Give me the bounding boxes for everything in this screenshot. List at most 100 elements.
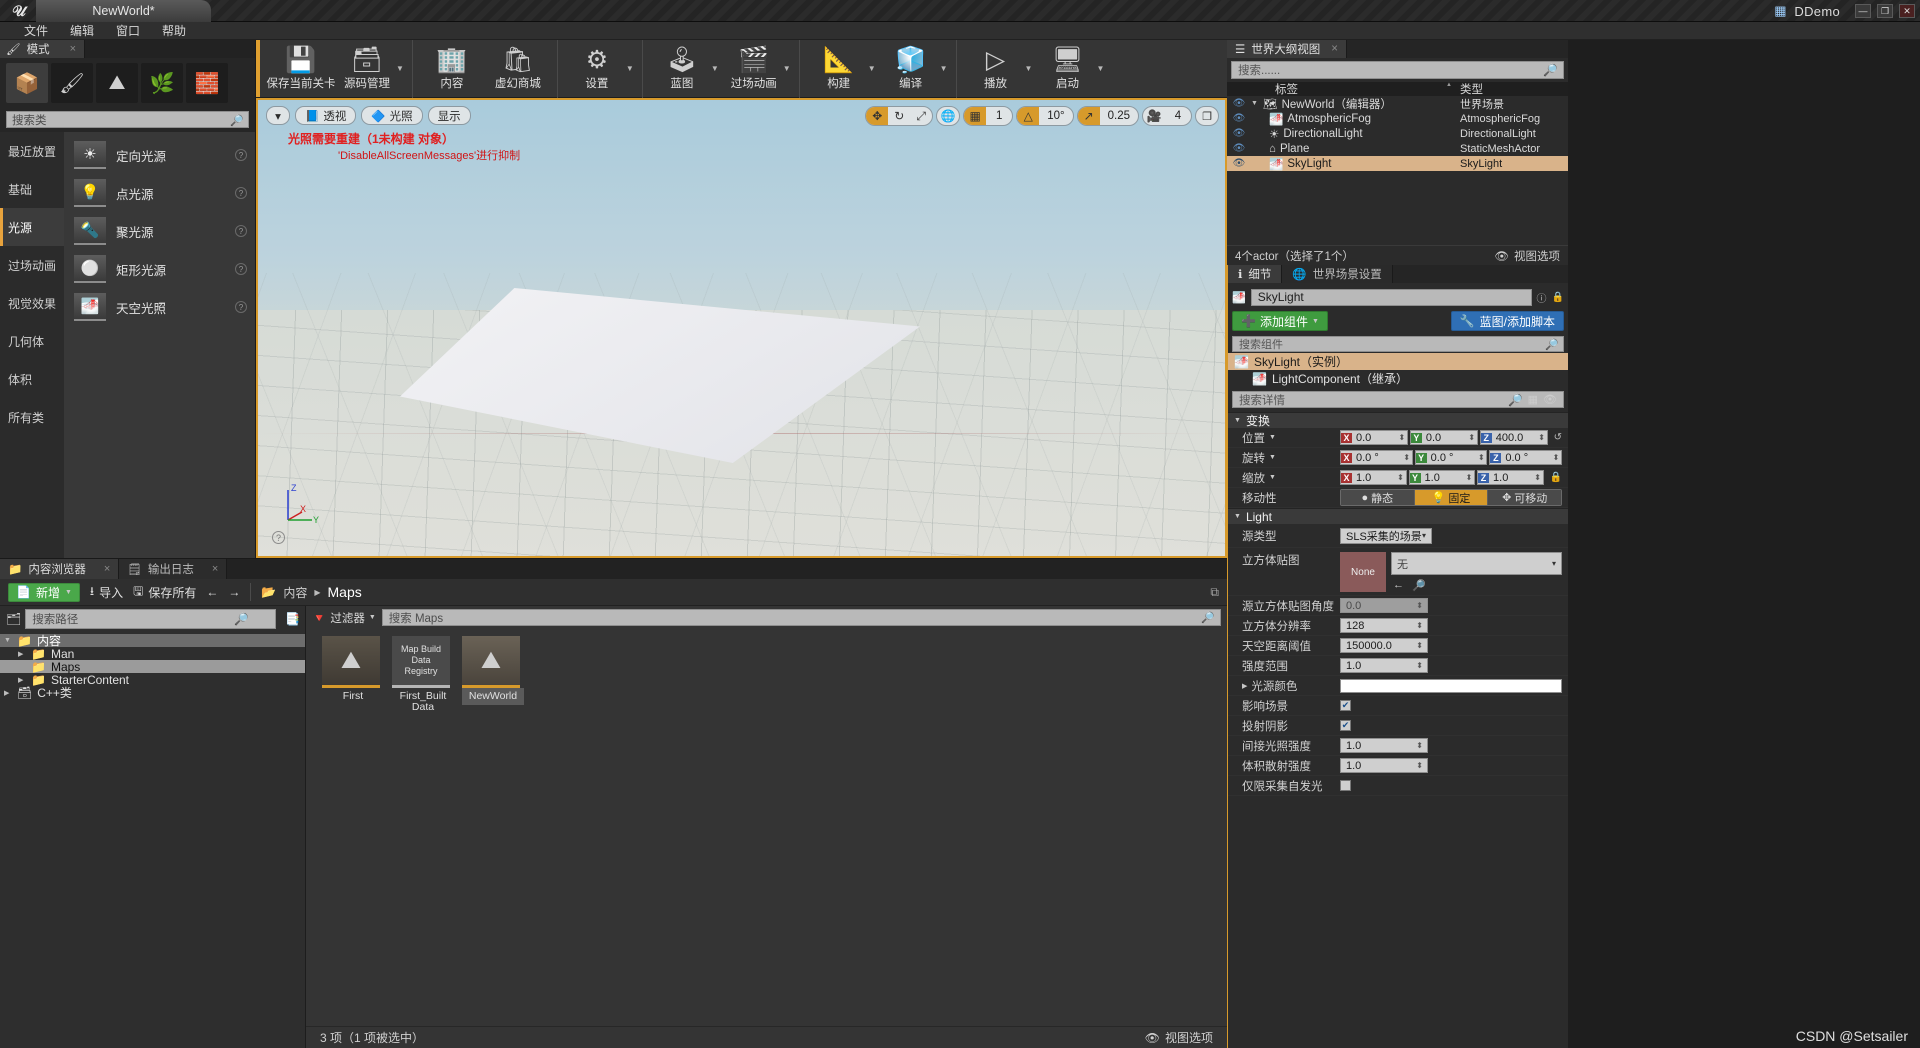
tree-collapse-icon[interactable]: 🗂 — [6, 612, 21, 626]
chevron-down-icon[interactable]: ▼ — [783, 50, 791, 73]
chevron-down-icon[interactable]: ▼ — [711, 50, 719, 73]
tree-node-man[interactable]: ▶ 📁 Man — [0, 647, 305, 661]
grid-snap-value[interactable]: 1 — [986, 107, 1012, 125]
viewport-help-icon[interactable]: ? — [272, 531, 285, 544]
spinner-icon[interactable]: ⬍ — [1396, 473, 1406, 482]
eye-icon[interactable]: 👁 — [1227, 143, 1251, 154]
viewport-show-button[interactable]: 显示 — [427, 106, 471, 125]
toolbar-content[interactable]: 🏢 内容 — [419, 47, 485, 91]
outliner-row-plane[interactable]: 👁 ⌂ Plane StaticMeshActor — [1227, 141, 1568, 156]
category-lights[interactable]: 光源 — [0, 208, 64, 246]
intensity-range-input[interactable]: 1.0 ⬍ — [1340, 658, 1428, 673]
source-cubemap-angle-input[interactable]: 0.0 ⬍ — [1340, 598, 1428, 613]
help-icon[interactable]: ? — [235, 225, 247, 237]
toolbar-build[interactable]: 📐 构建 — [806, 47, 872, 91]
chevron-right-icon[interactable]: ▶ — [18, 676, 26, 684]
translate-gizmo-button[interactable]: ✥ — [866, 107, 889, 125]
location-z-field[interactable]: Z 400.0 ⬍ — [1479, 430, 1548, 445]
toolbar-play[interactable]: ▷ 播放 — [963, 47, 1029, 91]
tab-content-browser[interactable]: 📁 内容浏览器 × — [0, 559, 120, 579]
rotation-y-field[interactable]: Y 0.0 ° ⬍ — [1414, 450, 1488, 465]
modes-tab-close-icon[interactable]: × — [70, 43, 76, 55]
tab-world-outliner[interactable]: ☰ 世界大纲视图 × — [1227, 40, 1347, 58]
location-y-field[interactable]: Y 0.0 ⬍ — [1409, 430, 1478, 445]
cubemap-thumbnail[interactable]: None — [1340, 552, 1386, 592]
camera-icon[interactable]: 🎥 — [1143, 107, 1165, 125]
close-icon[interactable]: × — [1331, 43, 1338, 55]
indirect-lighting-intensity-input[interactable]: 1.0 ⬍ — [1340, 738, 1428, 753]
spinner-icon[interactable]: ⬍ — [1416, 761, 1423, 770]
asset-search-input[interactable]: 搜索 Maps 🔎 — [381, 609, 1221, 626]
filters-button[interactable]: 🔻 过滤器 ▼ — [312, 610, 376, 626]
toolbar-blueprint[interactable]: 🕹 蓝图 — [649, 47, 715, 91]
rotation-x-field[interactable]: X 0.0 ° ⬍ — [1340, 450, 1413, 465]
maximize-button[interactable]: ❐ — [1877, 4, 1893, 18]
rotation-snap-toggle[interactable]: △ — [1017, 107, 1040, 125]
chevron-expanded-icon[interactable]: ▼ — [1251, 100, 1259, 107]
help-icon[interactable]: ? — [235, 263, 247, 275]
affects-world-checkbox[interactable]: ✔ — [1340, 700, 1351, 711]
world-space-icon[interactable]: 🌐 — [937, 107, 959, 125]
add-new-button[interactable]: 📄 新增 ▼ — [8, 582, 80, 602]
level-viewport[interactable]: ▾ 📘 透视 🔷 光照 显示 光照需要重建（1未构建 对象） 'DisableA… — [256, 98, 1227, 558]
help-icon[interactable]: ? — [235, 187, 247, 199]
placeable-point-light[interactable]: 💡 点光源 ? — [64, 174, 255, 212]
chevron-right-icon[interactable]: ▶ — [4, 689, 12, 697]
chevron-down-icon[interactable]: ▼ — [1025, 50, 1033, 73]
cubemap-resolution-input[interactable]: 128 ⬍ — [1340, 618, 1428, 633]
menu-help[interactable]: 帮助 — [162, 22, 186, 39]
add-component-button[interactable]: ➕ 添加组件 ▼ — [1232, 311, 1328, 331]
chevron-right-icon[interactable]: ▶ — [1242, 682, 1247, 690]
toolbar-launch[interactable]: 🖥 启动 — [1034, 47, 1100, 91]
tab-world-settings[interactable]: 🌐 世界场景设置 — [1282, 265, 1393, 283]
toolbar-source-control[interactable]: 🗃 源码管理 — [334, 47, 400, 91]
capture-emissive-only-checkbox[interactable] — [1340, 780, 1351, 791]
grid-view-icon[interactable]: ▦ — [1528, 393, 1538, 406]
lock-content-browser-icon[interactable]: ⧉ — [1210, 585, 1219, 600]
rotate-gizmo-button[interactable]: ↻ — [888, 107, 910, 125]
reset-to-default-icon[interactable]: ↺ — [1554, 432, 1562, 443]
category-recently-placed[interactable]: 最近放置 — [0, 132, 64, 170]
spinner-icon[interactable]: ⬍ — [1416, 601, 1423, 610]
spinner-icon[interactable]: ⬍ — [1416, 661, 1423, 670]
menu-window[interactable]: 窗口 — [116, 22, 140, 39]
close-icon[interactable]: × — [212, 563, 218, 575]
spinner-icon[interactable]: ⬍ — [1476, 453, 1486, 462]
project-tab[interactable]: NewWorld* — [36, 0, 211, 22]
scale-z-field[interactable]: Z 1.0 ⬍ — [1477, 470, 1544, 485]
tree-node-cpp-classes[interactable]: ▶ 🗃 C++类 — [0, 686, 305, 701]
scale-snap-toggle[interactable]: ↗ — [1077, 107, 1100, 125]
scale-gizmo-button[interactable]: ⤢ — [910, 107, 932, 125]
chevron-down-icon[interactable]: ▼ — [868, 50, 876, 73]
chevron-down-icon[interactable]: ▼ — [396, 50, 404, 73]
asset-tile-first[interactable]: ⛰ First — [322, 636, 384, 716]
camera-speed-value[interactable]: 4 — [1165, 107, 1191, 125]
minimize-button[interactable]: — — [1855, 4, 1871, 18]
spinner-icon[interactable]: ⬍ — [1464, 473, 1474, 482]
viewport-perspective-button[interactable]: 📘 透视 — [295, 106, 357, 125]
spinner-icon[interactable]: ⬍ — [1416, 741, 1423, 750]
spinner-icon[interactable]: ⬍ — [1533, 473, 1543, 482]
outliner-view-options-button[interactable]: 👁 视图选项 — [1494, 248, 1560, 264]
help-icon[interactable]: ? — [235, 149, 247, 161]
landscape-mode-icon[interactable]: ⛰ — [96, 63, 138, 103]
outliner-row-skylight[interactable]: 👁 🌁 SkyLight SkyLight — [1227, 156, 1568, 171]
volumetric-scattering-intensity-input[interactable]: 1.0 ⬍ — [1340, 758, 1428, 773]
section-transform[interactable]: ▼ 变换 — [1228, 412, 1568, 428]
tree-view-options-icon[interactable]: 📑 — [280, 612, 305, 626]
cast-shadows-checkbox[interactable]: ✔ — [1340, 720, 1351, 731]
toolbar-save-current-level[interactable]: 💾 保存当前关卡 — [267, 47, 336, 91]
mobility-stationary-button[interactable]: 💡 固定 — [1414, 490, 1489, 505]
help-icon[interactable]: ⓘ — [1537, 290, 1547, 305]
foliage-mode-icon[interactable]: 🌿 — [141, 63, 183, 103]
spinner-icon[interactable]: ⬍ — [1416, 621, 1423, 630]
section-light[interactable]: ▼ Light — [1228, 508, 1568, 524]
spinner-icon[interactable]: ⬍ — [1467, 433, 1477, 442]
eye-icon[interactable]: 👁 — [1227, 128, 1251, 139]
eye-icon[interactable]: 👁 — [1227, 113, 1251, 124]
category-basic[interactable]: 基础 — [0, 170, 64, 208]
toolbar-compile[interactable]: 🧊 编译 — [878, 47, 944, 91]
import-button[interactable]: ⭳ 导入 — [90, 582, 123, 603]
toolbar-marketplace[interactable]: 🛍 虚幻商城 — [485, 47, 551, 91]
spinner-icon[interactable]: ⬍ — [1402, 453, 1412, 462]
